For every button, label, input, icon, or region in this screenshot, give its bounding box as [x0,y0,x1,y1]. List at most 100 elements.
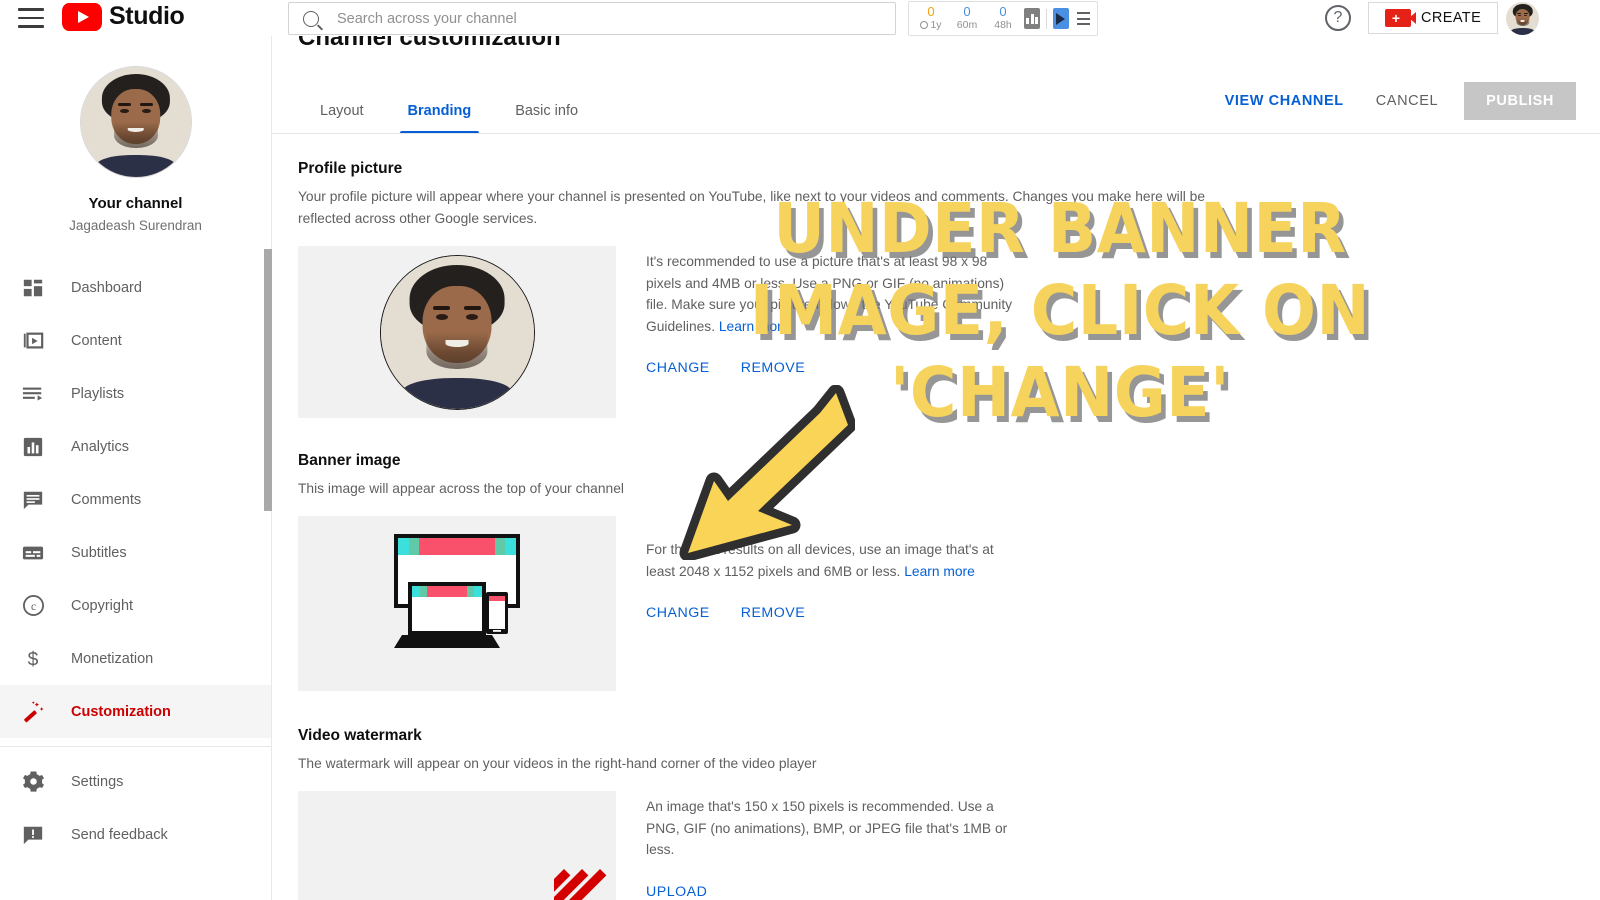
sidebar-item-send-feedback[interactable]: Send feedback [0,808,271,861]
profile-picture-desc: Your profile picture will appear where y… [298,189,1206,226]
stat-60m-label: 60m [956,19,978,31]
profile-picture-help-text: It's recommended to use a picture that's… [646,254,1013,334]
banner-image-learn-more-link[interactable]: Learn more [904,564,975,579]
sidebar: Your channel Jagadeash Surendran Dashboa… [0,36,272,900]
banner-image-info: For the best results on all devices, use… [646,516,1016,691]
sidebar-item-label: Monetization [71,650,154,667]
stat-60m-value: 0 [963,4,971,19]
bar-chart-icon[interactable] [1024,8,1041,29]
video-watermark-info: An image that's 150 x 150 pixels is reco… [646,791,1016,900]
list-menu-icon[interactable] [1076,11,1091,26]
video-watermark-upload-button[interactable]: UPLOAD [646,884,707,900]
create-button-label: CREATE [1421,10,1482,26]
placeholder-stripes-icon [554,869,616,900]
section-video-watermark: Video watermark The watermark will appea… [272,691,1600,900]
avatar[interactable] [1506,2,1539,35]
magic-wand-icon [20,699,46,725]
content-video-icon [20,328,46,354]
page-title: Channel customization [298,36,561,50]
sidebar-item-monetization[interactable]: $ Monetization [0,632,271,685]
stat-1y-label: 1y [916,19,946,32]
profile-picture-image [379,254,535,410]
stat-1y-value: 0 [927,4,935,19]
action-buttons: VIEW CHANNEL CANCEL PUBLISH [1209,82,1576,120]
sidebar-item-label: Analytics [71,438,130,455]
sidebar-item-comments[interactable]: Comments [0,473,271,526]
sidebar-scrollbar[interactable] [264,249,272,511]
sidebar-item-customization[interactable]: Customization [0,685,271,738]
sidebar-item-label: Content [71,332,122,349]
top-bar: Studio Search across your channel 0 1y 0… [0,0,1600,36]
sidebar-divider [0,746,271,747]
tab-bar: Layout Branding Basic info [298,88,600,134]
sidebar-item-label: Comments [71,491,142,508]
tab-layout[interactable]: Layout [298,88,386,134]
publish-button[interactable]: PUBLISH [1464,82,1576,120]
dollar-icon: $ [20,646,46,672]
section-banner-image: Banner image This image will appear acro… [272,418,1600,691]
comments-icon [20,487,46,513]
banner-image-desc: This image will appear across the top of… [298,481,624,496]
hamburger-icon[interactable] [18,8,44,28]
tab-branding[interactable]: Branding [386,88,494,134]
video-watermark-preview[interactable] [298,791,616,900]
search-input[interactable]: Search across your channel [288,2,896,35]
device-preview-illustration [394,533,520,648]
profile-picture-remove-button[interactable]: REMOVE [741,360,806,376]
branding-content: Profile picture Your profile picture wil… [272,134,1600,900]
page-title-container: Channel customization [298,36,998,50]
profile-picture-learn-more-link[interactable]: Learn more [719,319,790,334]
sidebar-item-label: Settings [71,773,124,790]
feedback-icon [20,822,46,848]
playlists-icon [20,381,46,407]
play-analytics-icon[interactable] [1052,8,1069,29]
profile-picture-help: It's recommended to use a picture that's… [646,251,1016,337]
dashboard-icon [20,275,46,301]
create-button[interactable]: + CREATE [1368,2,1499,34]
profile-picture-change-button[interactable]: CHANGE [646,360,710,376]
search-icon [303,10,319,27]
stat-48h-label: 48h [994,19,1012,31]
youtube-studio-logo[interactable]: Studio [62,2,185,31]
svg-text:c: c [30,601,35,613]
banner-image-help: For the best results on all devices, use… [646,521,1016,582]
banner-image-preview[interactable] [298,516,616,691]
profile-picture-title: Profile picture [298,160,403,177]
gear-icon [20,769,46,795]
stat-48h-value: 0 [999,4,1007,19]
channel-name: Jagadeash Surendran [69,218,202,233]
banner-image-change-button[interactable]: CHANGE [646,605,710,621]
tab-basic-info[interactable]: Basic info [493,88,600,134]
sidebar-item-settings[interactable]: Settings [0,755,271,808]
sidebar-item-playlists[interactable]: Playlists [0,367,271,420]
channel-title: Your channel [88,195,183,212]
sidebar-item-subtitles[interactable]: Subtitles [0,526,271,579]
profile-picture-preview[interactable] [298,246,616,418]
cancel-button[interactable]: CANCEL [1360,84,1454,118]
clock-icon [920,21,929,29]
banner-image-remove-button[interactable]: REMOVE [741,605,806,621]
copyright-icon: c [20,593,46,619]
stat-60m: 0 60m [952,5,982,32]
video-watermark-help: An image that's 150 x 150 pixels is reco… [646,799,1008,857]
profile-picture-info: It's recommended to use a picture that's… [646,246,1016,418]
sidebar-item-copyright[interactable]: c Copyright [0,579,271,632]
stat-48h: 0 48h [988,5,1018,32]
search-placeholder: Search across your channel [337,10,517,27]
svg-text:$: $ [28,649,39,670]
view-channel-button[interactable]: VIEW CHANNEL [1209,84,1360,118]
banner-image-title: Banner image [298,452,401,469]
sidebar-nav: Dashboard Content Playlists Analytics Co… [0,261,271,861]
sidebar-item-analytics[interactable]: Analytics [0,420,271,473]
sidebar-item-content[interactable]: Content [0,314,271,367]
mini-analytics-widget[interactable]: 0 1y 0 60m 0 48h [908,1,1098,36]
video-camera-plus-icon: + [1385,9,1416,27]
subtitles-icon [20,540,46,566]
channel-avatar[interactable] [79,66,192,178]
divider [1046,8,1047,29]
help-question-icon[interactable]: ? [1325,5,1351,31]
main-content: Channel customization Layout Branding Ba… [272,36,1600,900]
sidebar-item-label: Dashboard [71,279,142,296]
sidebar-item-dashboard[interactable]: Dashboard [0,261,271,314]
analytics-bar-icon [20,434,46,460]
